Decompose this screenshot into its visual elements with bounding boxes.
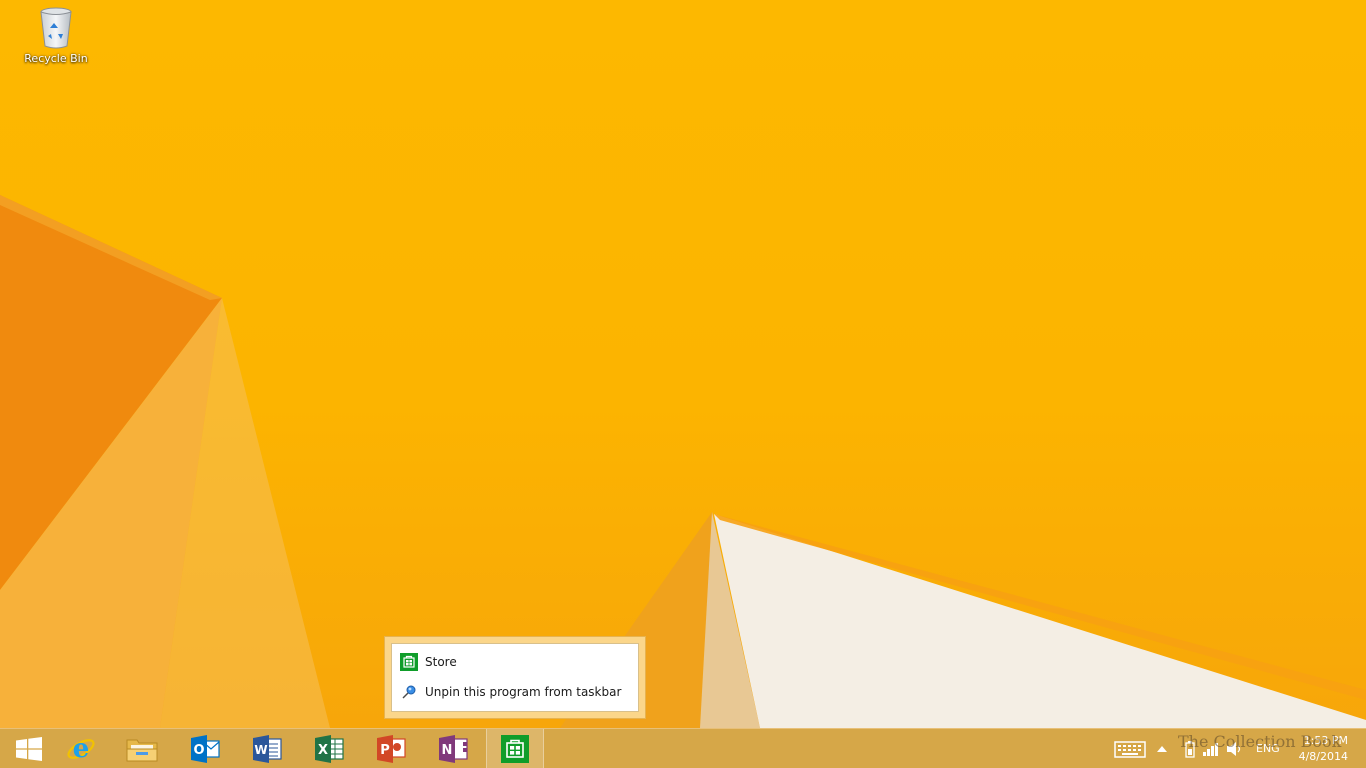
touch-keyboard-button[interactable] <box>1114 729 1146 768</box>
keyboard-icon <box>1114 740 1146 758</box>
jump-list-item-unpin[interactable]: Unpin this program from taskbar <box>392 677 638 707</box>
start-button[interactable] <box>0 729 58 768</box>
jump-list-item-label: Unpin this program from taskbar <box>425 685 622 699</box>
outlook-glyph: O <box>193 743 204 758</box>
clock-date: 4/8/2014 <box>1298 750 1348 763</box>
taskbar-store[interactable] <box>486 729 544 768</box>
jump-list-item-label: Store <box>425 655 457 669</box>
recycle-bin-icon <box>40 7 72 49</box>
desktop[interactable]: Recycle Bin <box>0 0 1366 728</box>
taskbar-internet-explorer[interactable]: e <box>52 729 110 768</box>
show-hidden-icons-button[interactable] <box>1156 729 1168 768</box>
taskbar: e O W X P N ENG 1:53 PM 4/8/2014 <box>0 728 1366 768</box>
taskbar-excel[interactable]: X <box>300 729 358 768</box>
onenote-glyph: N <box>442 743 453 758</box>
windows-logo-icon <box>16 736 42 761</box>
onenote-icon: N <box>439 734 468 763</box>
wallpaper <box>0 195 1366 728</box>
pin-icon <box>399 682 419 702</box>
jump-list: Store Unpin this program from taskbar <box>384 636 646 719</box>
chevron-up-icon <box>1157 745 1167 752</box>
outlook-icon: O <box>191 734 220 763</box>
store-icon <box>501 734 529 763</box>
desktop-icon-label: Recycle Bin <box>24 52 88 65</box>
internet-explorer-icon: e <box>67 734 95 764</box>
excel-glyph: X <box>318 743 328 758</box>
excel-icon: X <box>315 734 344 763</box>
store-icon <box>399 652 419 672</box>
taskbar-powerpoint[interactable]: P <box>362 729 420 768</box>
jump-list-panel: Store Unpin this program from taskbar <box>391 643 639 712</box>
taskbar-onenote[interactable]: N <box>424 729 482 768</box>
word-icon: W <box>253 734 282 763</box>
taskbar-word[interactable]: W <box>238 729 296 768</box>
desktop-icon-recycle-bin[interactable]: Recycle Bin <box>22 6 90 65</box>
folder-icon <box>126 739 158 761</box>
taskbar-file-explorer[interactable] <box>113 729 171 768</box>
watermark: The Collection Book <box>1178 732 1342 751</box>
word-glyph: W <box>254 743 267 757</box>
ie-glyph: e <box>73 734 90 764</box>
jump-list-item-store[interactable]: Store <box>392 647 638 677</box>
taskbar-outlook[interactable]: O <box>176 729 234 768</box>
powerpoint-glyph: P <box>380 743 390 758</box>
powerpoint-icon: P <box>377 734 406 763</box>
